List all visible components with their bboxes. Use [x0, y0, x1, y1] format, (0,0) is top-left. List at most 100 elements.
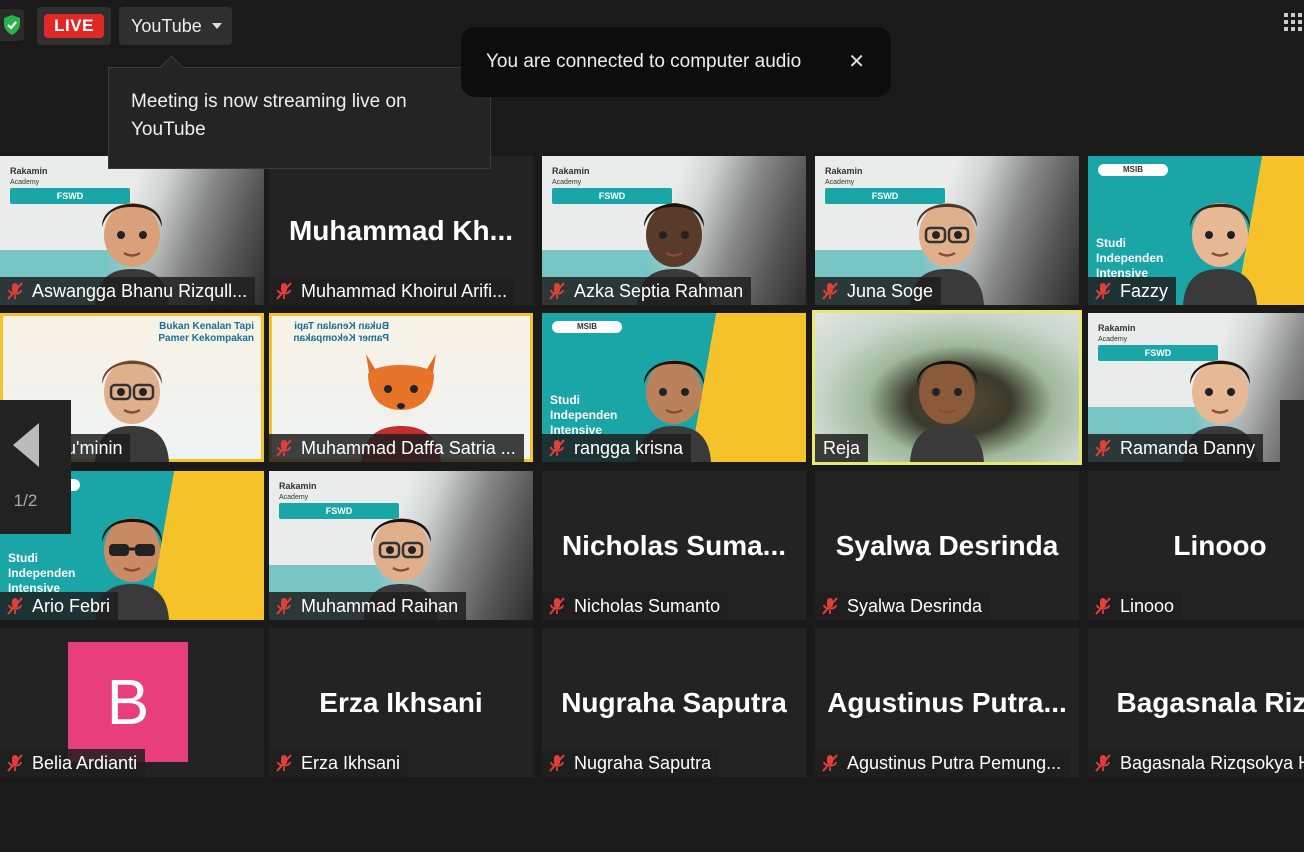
mic-muted-icon	[7, 597, 23, 615]
participant-tile[interactable]: Rakamin Academy FSWD Azka Septia Rahman	[542, 156, 806, 305]
participant-name-label: Syalwa Desrinda	[815, 592, 991, 620]
participant-tile[interactable]: Rakamin Academy FSWD Muhammad Raihan	[269, 471, 533, 620]
next-page-button[interactable]	[1280, 400, 1304, 534]
mic-muted-icon	[822, 754, 838, 772]
participant-name-label: Ramanda Danny	[1088, 434, 1264, 462]
mic-muted-icon	[1095, 597, 1111, 615]
participant-name-text: Muhammad Daffa Satria ...	[301, 437, 516, 458]
participant-name-text: Juna Soge	[847, 280, 934, 301]
participant-name-label: Belia Ardianti	[0, 749, 146, 777]
participant-tile[interactable]: MSIB Studi Independen Intensive rangga kri…	[542, 313, 806, 462]
mic-muted-icon	[549, 754, 565, 772]
rakamin-logo: Rakamin Academy	[1098, 323, 1136, 343]
participant-name-text: Muhammad Khoirul Arifi...	[301, 280, 508, 301]
streaming-tooltip-text: Meeting is now streaming live on YouTube	[131, 91, 407, 140]
participant-name-text: Erza Ikhsani	[301, 752, 401, 773]
participant-name-label: Nicholas Sumanto	[542, 592, 729, 620]
participant-name-text: Syalwa Desrinda	[847, 595, 983, 616]
rakamin-logo: Rakamin Academy	[279, 481, 317, 501]
mic-muted-icon	[276, 597, 292, 615]
mic-muted-icon	[549, 597, 565, 615]
participant-display-name: Nicholas Suma...	[561, 529, 787, 561]
participant-name-text: Reja	[823, 437, 861, 458]
stream-target-dropdown[interactable]: YouTube	[119, 7, 232, 45]
participant-name-label: Azka Septia Rahman	[542, 277, 752, 305]
streaming-tooltip: Meeting is now streaming live on YouTube	[108, 67, 491, 169]
close-icon[interactable]: ✕	[848, 49, 865, 74]
live-indicator[interactable]: LIVE	[37, 7, 111, 45]
participant-name-label: Muhammad Daffa Satria ...	[269, 434, 524, 462]
participant-name-label: Nugraha Saputra	[542, 749, 720, 777]
participant-name-label: Fazzy	[1088, 277, 1177, 305]
studi-independen-text: Studi Independen Intensive	[1096, 236, 1164, 280]
participant-name-text: Bagasnala Rizqsokya H	[1120, 752, 1304, 773]
arrow-left-icon	[12, 423, 39, 467]
participant-tile[interactable]: Reja	[812, 310, 1082, 465]
participant-name-label: Erza Ikhsani	[269, 749, 409, 777]
participant-name-label: Reja	[815, 434, 869, 462]
participant-name-label: Aswangga Bhanu Rizqull...	[0, 277, 256, 305]
participant-name-text: Ario Febri	[32, 595, 111, 616]
participant-tile[interactable]: Rakamin Academy FSWD Ramanda Danny	[1088, 313, 1304, 462]
participant-name-label: rangga krisna	[542, 434, 692, 462]
participant-tile[interactable]: Rakamin Academy FSWD Aswangga Bhanu Rizqull…	[0, 156, 264, 305]
participant-display-name: Erza Ikhsani	[319, 686, 483, 718]
participant-name-text: Agustinus Putra Pemung...	[847, 752, 1062, 773]
participant-display-name: Agustinus Putra...	[827, 686, 1067, 718]
participant-name-text: rangga krisna	[574, 437, 684, 458]
participant-name-text: Linooo	[1120, 595, 1175, 616]
rakamin-logo: Rakamin Academy	[10, 166, 48, 186]
participant-tile[interactable]: Rakamin Academy FSWD Juna Soge	[815, 156, 1079, 305]
mic-muted-icon	[1095, 282, 1111, 300]
participant-tile[interactable]: Agustinus Putra... Agustinus Putra Pemung…	[815, 628, 1079, 777]
participant-tile[interactable]: Bagasnala Rizq Bagasnala Rizqsokya H	[1088, 628, 1304, 777]
mic-muted-icon	[7, 754, 23, 772]
msib-logo: MSIB	[552, 321, 622, 333]
avatar: B	[68, 642, 188, 762]
participant-display-name: Bagasnala Rizq	[1116, 686, 1304, 718]
participant-name-label: Juna Soge	[815, 277, 942, 305]
participant-name-label: Muhammad Raihan	[269, 592, 467, 620]
participant-tile[interactable]: Syalwa Desrinda Syalwa Desrinda	[815, 471, 1079, 620]
participant-display-name: Muhammad Kh...	[288, 214, 513, 246]
mic-muted-icon	[1095, 439, 1111, 457]
participant-tile[interactable]: Muhammad Kh... Muhammad Khoirul Arifi...	[269, 156, 533, 305]
page-indicator: 1/2	[13, 491, 38, 510]
gallery-view-icon[interactable]	[1280, 10, 1304, 34]
participant-avatar	[902, 334, 992, 462]
participant-name-text: Azka Septia Rahman	[574, 280, 744, 301]
msib-logo: MSIB	[1098, 164, 1168, 176]
participant-tile[interactable]: Erza Ikhsani Erza Ikhsani	[269, 628, 533, 777]
rakamin-logo: Rakamin Academy	[552, 166, 590, 186]
previous-page-button[interactable]: 1/2	[0, 400, 71, 534]
participant-tile[interactable]: Bukan Kenalan Tapi Pamer Kekompakan Muham…	[269, 313, 533, 462]
participant-display-name: Linooo	[1173, 529, 1267, 561]
mic-muted-icon	[822, 282, 838, 300]
participant-tile[interactable]: B Belia Ardianti	[0, 628, 264, 777]
participant-name-text: Aswangga Bhanu Rizqull...	[32, 280, 248, 301]
mic-muted-icon	[276, 282, 292, 300]
participant-name-label: Agustinus Putra Pemung...	[815, 749, 1070, 777]
participant-tile[interactable]: Nicholas Suma... Nicholas Sumanto	[542, 471, 806, 620]
live-badge: LIVE	[44, 14, 104, 38]
mic-muted-icon	[549, 282, 565, 300]
security-shield-icon[interactable]	[0, 9, 24, 41]
stream-target-label: YouTube	[131, 15, 202, 36]
participant-tile[interactable]: Nugraha Saputra Nugraha Saputra	[542, 628, 806, 777]
audio-toast: You are connected to computer audio ✕	[461, 27, 891, 97]
rakamin-logo: Rakamin Academy	[825, 166, 863, 186]
participant-name-label: Ario Febri	[0, 592, 119, 620]
participant-name-text: Ramanda Danny	[1120, 437, 1256, 458]
mic-muted-icon	[276, 754, 292, 772]
participant-name-text: Nicholas Sumanto	[574, 595, 721, 616]
participant-tile[interactable]: MSIB Studi Independen Intensive Fazzy	[1088, 156, 1304, 305]
participant-name-text: Nugraha Saputra	[574, 752, 712, 773]
participant-avatar	[1175, 177, 1265, 305]
participant-name-text: Muhammad Raihan	[301, 595, 459, 616]
mic-muted-icon	[276, 439, 292, 457]
mic-muted-icon	[549, 439, 565, 457]
participant-name-label: Linooo	[1088, 592, 1183, 620]
participant-tile[interactable]: Linooo Linooo	[1088, 471, 1304, 620]
participant-display-name: Syalwa Desrinda	[835, 529, 1059, 561]
mic-muted-icon	[822, 597, 838, 615]
